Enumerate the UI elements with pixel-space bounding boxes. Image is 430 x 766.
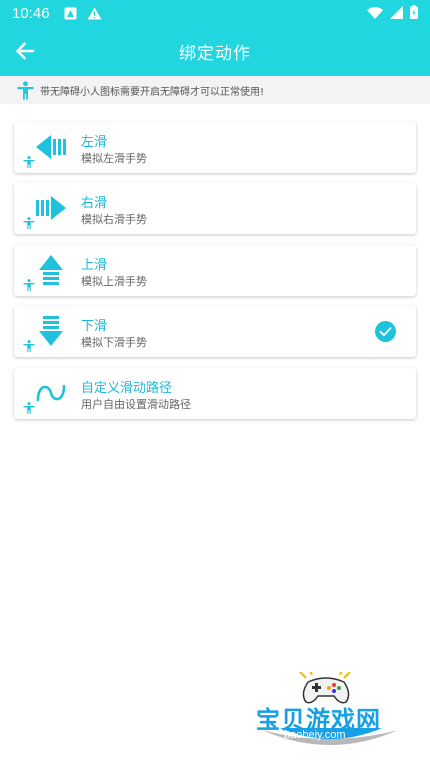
accessibility-badge-icon: [23, 279, 35, 291]
swipe-up-icon: [39, 255, 63, 285]
battery-icon: [410, 5, 418, 19]
gesture-card-swipe-left[interactable]: 左滑 模拟左滑手势: [14, 122, 416, 173]
gesture-subtitle: 模拟下滑手势: [81, 336, 147, 349]
app-bar: 绑定动作: [0, 26, 430, 76]
accessibility-badge-icon: [23, 217, 35, 229]
notice-text: 带无障碍小人图标需要开启无障碍才可以正常使用!: [40, 86, 265, 98]
status-bar: 10:46: [0, 0, 430, 26]
gesture-title: 下滑: [81, 319, 108, 334]
accessibility-notice: 带无障碍小人图标需要开启无障碍才可以正常使用!: [0, 76, 430, 104]
gesture-card-swipe-up[interactable]: 上滑 模拟上滑手势: [14, 245, 416, 296]
watermark-url: baobeiy.com: [284, 729, 346, 741]
gesture-subtitle: 模拟上滑手势: [81, 275, 147, 288]
notification-icon: [64, 7, 77, 19]
accessibility-badge-icon: [23, 402, 35, 414]
wifi-icon: [367, 6, 383, 19]
swipe-left-icon: [36, 135, 66, 159]
gesture-card-swipe-right[interactable]: 右滑 模拟右滑手势: [14, 183, 416, 234]
page-title: 绑定动作: [179, 44, 251, 64]
watermark-logo: 宝贝游戏网 baobeiy.com: [250, 668, 410, 760]
gesture-title: 左滑: [81, 135, 108, 150]
accessibility-badge-icon: [23, 156, 35, 168]
gesture-subtitle: 模拟左滑手势: [81, 152, 147, 165]
accessibility-icon: [17, 80, 34, 99]
gesture-title: 上滑: [81, 258, 108, 273]
swipe-down-icon: [39, 316, 63, 346]
gesture-title: 右滑: [81, 196, 108, 211]
check-circle-icon: [375, 321, 396, 342]
signal-icon: [390, 5, 403, 19]
swipe-right-icon: [36, 196, 66, 220]
gesture-card-custom-path[interactable]: 自定义滑动路径 用户自由设置滑动路径: [14, 368, 416, 419]
gesture-subtitle: 用户自由设置滑动路径: [81, 398, 191, 411]
status-time: 10:46: [12, 4, 50, 22]
accessibility-badge-icon: [23, 340, 35, 352]
gesture-title: 自定义滑动路径: [81, 381, 173, 396]
gesture-subtitle: 模拟右滑手势: [81, 213, 147, 226]
custom-path-icon: [36, 384, 66, 402]
warning-icon: [87, 7, 102, 19]
gesture-card-swipe-down[interactable]: 下滑 模拟下滑手势: [14, 306, 416, 357]
